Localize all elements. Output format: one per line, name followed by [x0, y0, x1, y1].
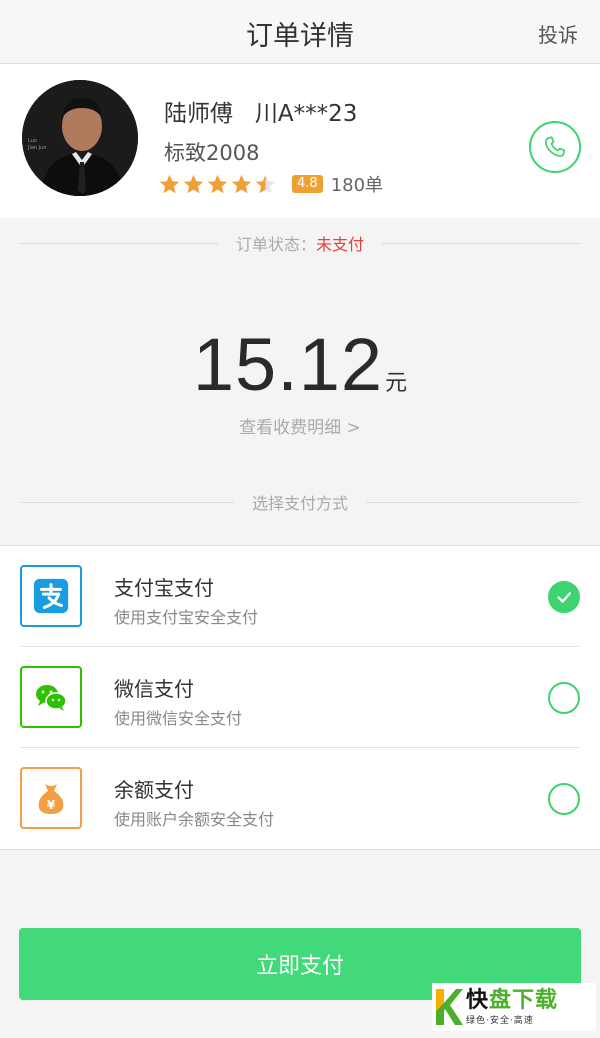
watermark-sub: 绿色·安全·高速 [466, 1015, 534, 1026]
payment-title: 微信支付 [114, 677, 194, 701]
alipay-icon [20, 565, 82, 627]
page-title: 订单详情 [246, 21, 354, 52]
fare-amount: 15.12元 [0, 322, 600, 407]
payment-desc: 使用微信安全支付 [114, 709, 243, 728]
call-driver-button[interactable] [529, 121, 581, 173]
star-icon [207, 174, 228, 193]
score-badge: 4.8 [292, 175, 323, 193]
fare-amount-value: 15.12 [192, 323, 384, 406]
header-bar: 订单详情 投诉 [0, 0, 600, 64]
payment-option-balance[interactable]: ¥ 余额支付 使用账户余额安全支付 [0, 748, 600, 849]
star-icon [183, 174, 204, 193]
order-status-label: 订单状态： [235, 235, 316, 254]
watermark-logo: 快盘下载 绿色·安全·高速 [432, 983, 596, 1031]
fee-detail-link[interactable]: 查看收费明细 > [0, 413, 600, 438]
payment-title: 支付宝支付 [114, 576, 214, 600]
check-icon [557, 592, 572, 603]
payment-section-label: 选择支付方式 [252, 494, 349, 513]
car-model: 标致2008 [164, 141, 260, 165]
star-icon [159, 174, 180, 193]
driver-card: Luo Jian Jun 陆师傅 川A***23 标致2008 4.8 180单 [0, 64, 600, 218]
payment-desc: 使用支付宝安全支付 [114, 608, 259, 627]
svg-text:Luo: Luo [28, 138, 37, 144]
order-status-divider: 订单状态：未支付 [20, 231, 580, 255]
payment-radio[interactable] [548, 783, 580, 815]
watermark-main-green: 盘下载 [489, 987, 559, 1013]
phone-icon [544, 136, 566, 157]
rating-row: 4.8 180单 [158, 171, 383, 197]
payment-title: 余额支付 [114, 778, 194, 802]
wechat-icon [20, 666, 82, 728]
logo-k-icon [436, 989, 463, 1025]
complain-button[interactable]: 投诉 [538, 19, 578, 48]
order-status-value: 未支付 [316, 235, 365, 254]
payment-section-divider: 选择支付方式 [20, 490, 581, 514]
payment-method-list: 支付宝支付 使用支付宝安全支付 微信支付 使用微信安全支付 ¥ 余额支付 使用账… [0, 545, 600, 850]
driver-avatar: Luo Jian Jun [22, 80, 138, 196]
fare-amount-unit: 元 [385, 371, 408, 396]
svg-text:Jian Jun: Jian Jun [27, 145, 47, 151]
star-icon [231, 174, 252, 193]
payment-radio[interactable] [548, 682, 580, 714]
order-count: 180单 [330, 175, 384, 196]
svg-text:¥: ¥ [47, 798, 56, 812]
payment-option-wechat[interactable]: 微信支付 使用微信安全支付 [0, 647, 600, 748]
payment-radio-checked[interactable] [548, 581, 580, 613]
payment-desc: 使用账户余额安全支付 [114, 810, 275, 829]
payment-option-alipay[interactable]: 支付宝支付 使用支付宝安全支付 [0, 546, 600, 647]
star-icon [255, 174, 276, 193]
driver-name-plate: 陆师傅 川A***23 [164, 101, 358, 127]
star-rating [158, 173, 278, 196]
order-status: 订单状态：未支付 [218, 231, 382, 255]
watermark-main-black: 快 [466, 987, 490, 1013]
money-bag-icon: ¥ [20, 767, 82, 829]
